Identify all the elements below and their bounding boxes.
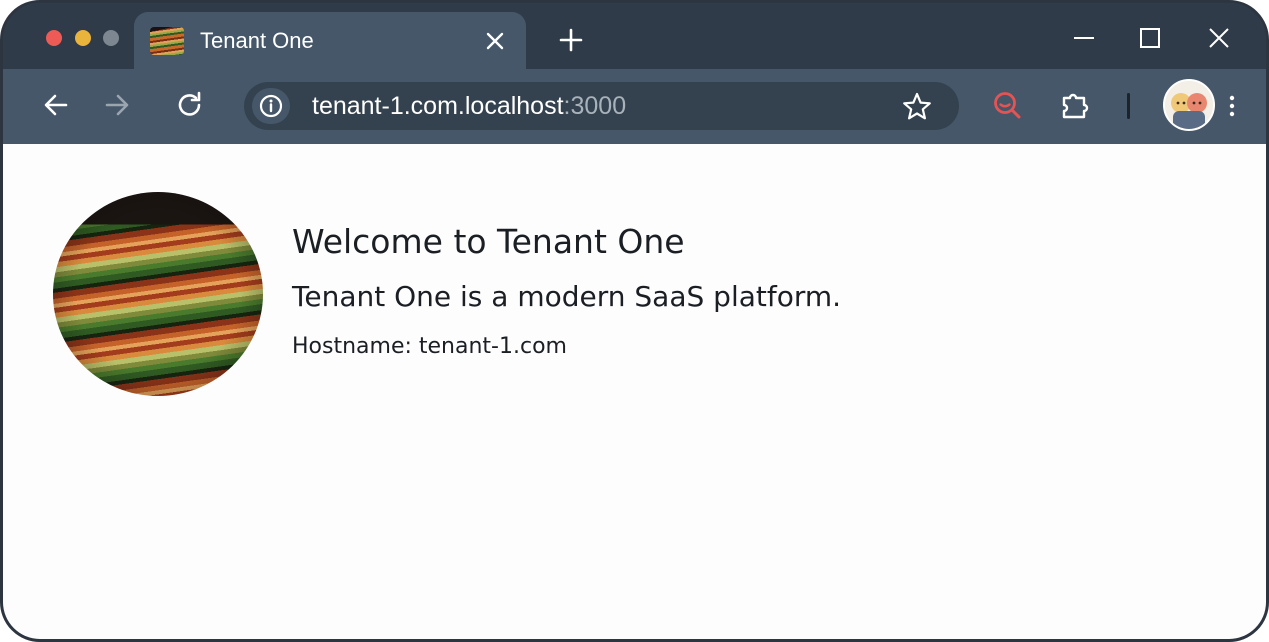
bookmark-star-icon[interactable]	[900, 90, 934, 124]
page-description: Tenant One is a modern SaaS platform.	[292, 280, 842, 313]
site-info-icon	[259, 94, 283, 118]
tab-favicon	[150, 27, 184, 55]
toolbar-divider	[1127, 93, 1130, 119]
tab-close-icon[interactable]	[480, 26, 510, 56]
avatar-image	[1165, 81, 1213, 129]
zoom-dot-icon[interactable]	[103, 30, 119, 46]
tab-active[interactable]: Tenant One	[134, 12, 526, 69]
profile-avatar[interactable]	[1163, 79, 1215, 131]
maximize-icon[interactable]	[1135, 23, 1165, 53]
url-port: :3000	[563, 92, 627, 120]
forward-arrow-icon[interactable]	[100, 88, 134, 122]
tab-strip: Tenant One	[3, 3, 1266, 69]
close-dot-icon[interactable]	[46, 30, 62, 46]
tenant-logo-image	[53, 192, 263, 396]
browser-window: Tenant One tenant-1.com.localhost:3000 W…	[0, 0, 1269, 642]
minimize-icon[interactable]	[1069, 23, 1099, 53]
url-host: tenant-1.com.localhost	[312, 92, 564, 120]
search-lens-icon[interactable]	[989, 87, 1025, 123]
extensions-puzzle-icon[interactable]	[1058, 87, 1094, 123]
reload-icon[interactable]	[173, 88, 207, 122]
tab-title: Tenant One	[200, 28, 314, 53]
address-bar[interactable]: tenant-1.com.localhost:3000	[244, 82, 959, 130]
menu-kebab-icon[interactable]	[1224, 91, 1240, 121]
minimize-dot-icon[interactable]	[75, 30, 91, 46]
browser-toolbar: tenant-1.com.localhost:3000	[3, 69, 1266, 144]
window-close-icon[interactable]	[1204, 23, 1234, 53]
page-viewport: Welcome to Tenant One Tenant One is a mo…	[3, 144, 1266, 639]
hostname-label: Hostname: tenant-1.com	[292, 334, 567, 359]
back-arrow-icon[interactable]	[39, 88, 73, 122]
url-text[interactable]: tenant-1.com.localhost:3000	[312, 90, 626, 122]
page-heading: Welcome to Tenant One	[292, 222, 685, 261]
site-info-button[interactable]	[252, 88, 290, 124]
new-tab-icon[interactable]	[556, 25, 586, 55]
